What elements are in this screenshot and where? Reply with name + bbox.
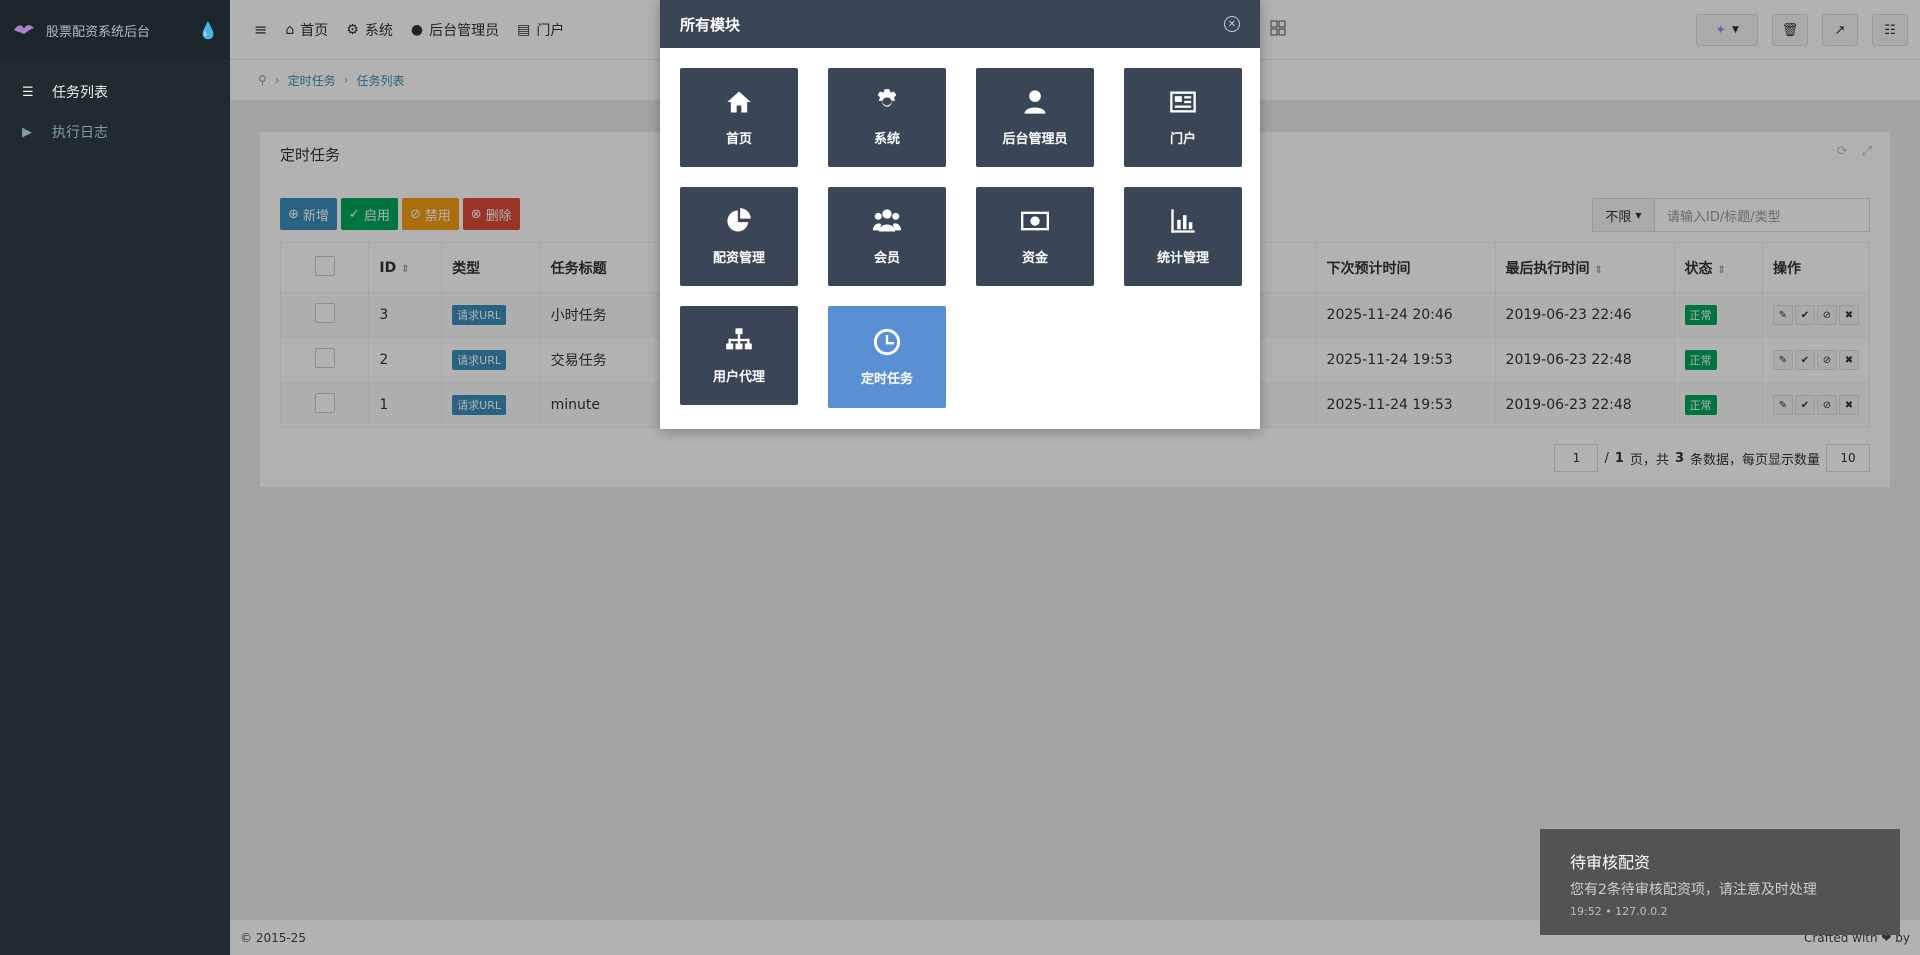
tile-label: 首页 (725, 132, 752, 147)
module-tile-margin[interactable]: 配资管理 (680, 187, 798, 286)
tile-label: 门户 (1169, 132, 1196, 147)
sidebar-overlay (0, 0, 230, 955)
bar-chart-icon (1171, 209, 1195, 233)
tile-label: 配资管理 (712, 251, 765, 266)
notification-toast[interactable]: 待审核配资 您有2条待审核配资项，请注意及时处理 19:52 • 127.0.0… (1540, 829, 1900, 935)
modal-title: 所有模块 (680, 15, 741, 34)
module-grid: 首页 系统 后台管理员 门户 配资管理 会员 资金 统计管理 用户代理 定时任务 (680, 68, 1242, 408)
module-tile-system[interactable]: 系统 (828, 68, 946, 167)
users-icon (873, 209, 901, 232)
gear-icon (877, 89, 897, 107)
tile-label: 系统 (873, 132, 900, 147)
module-tile-home[interactable]: 首页 (680, 68, 798, 167)
tile-label: 会员 (873, 251, 900, 266)
clock-icon (873, 328, 901, 355)
toast-meta: 19:52 • 127.0.0.2 (1570, 905, 1668, 918)
tile-label: 用户代理 (712, 370, 765, 385)
modules-modal: 所有模块 ✕ 首页 系统 后台管理员 门户 配资管理 会员 资金 统计管理 用户… (660, 0, 1260, 429)
module-tile-funds[interactable]: 资金 (976, 187, 1094, 286)
money-icon (1021, 211, 1049, 231)
tile-label: 统计管理 (1156, 251, 1209, 266)
modal-header: 所有模块 ✕ (660, 0, 1260, 48)
pie-chart-icon (727, 208, 751, 232)
toast-message: 您有2条待审核配资项，请注意及时处理 (1570, 882, 1817, 898)
user-icon (1024, 90, 1046, 114)
module-tile-stats[interactable]: 统计管理 (1124, 187, 1242, 286)
module-tile-portal[interactable]: 门户 (1124, 68, 1242, 167)
module-tile-cron[interactable]: 定时任务 (828, 306, 946, 408)
toast-title: 待审核配资 (1570, 853, 1651, 872)
close-icon[interactable]: ✕ (1224, 16, 1240, 32)
tile-label: 后台管理员 (1002, 132, 1068, 147)
tile-label: 资金 (1021, 251, 1048, 266)
home-icon (727, 91, 751, 113)
sitemap-icon (726, 328, 752, 350)
newspaper-icon (1170, 91, 1196, 113)
module-tile-agents[interactable]: 用户代理 (680, 306, 798, 405)
tile-label: 定时任务 (860, 371, 913, 387)
module-tile-admin[interactable]: 后台管理员 (976, 68, 1094, 167)
module-tile-members[interactable]: 会员 (828, 187, 946, 286)
